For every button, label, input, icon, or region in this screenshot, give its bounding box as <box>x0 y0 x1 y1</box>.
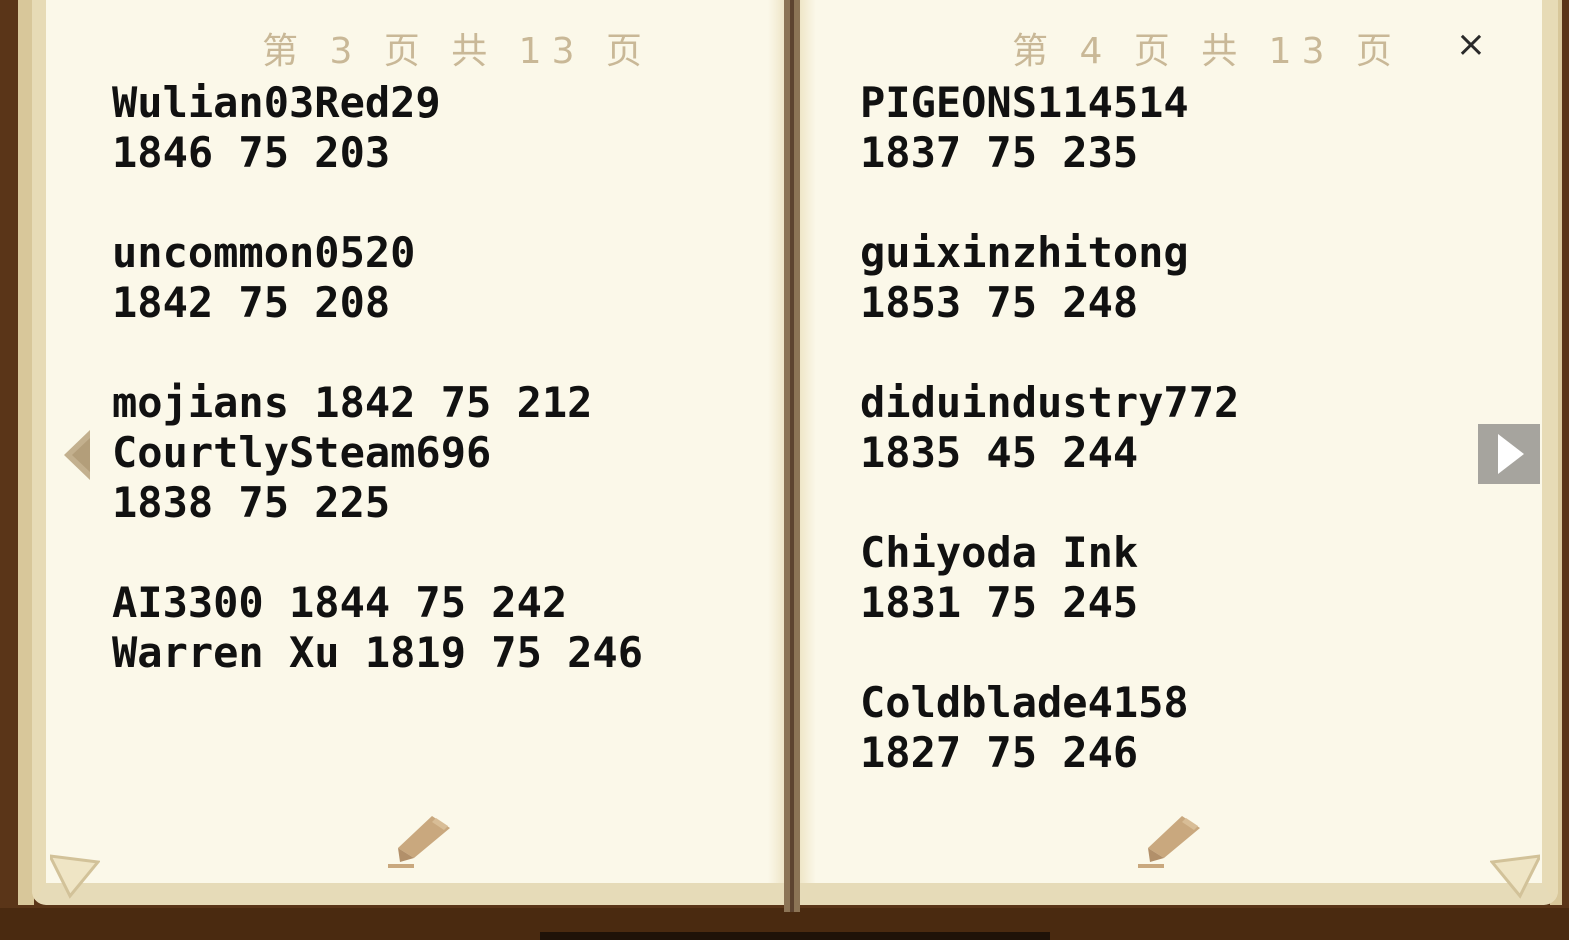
text-line: uncommon0520 <box>112 228 416 277</box>
text-line: Coldblade4158 <box>860 678 1189 727</box>
text-line: 1827 75 246 <box>860 728 1139 777</box>
text-line: Warren Xu 1819 75 246 <box>112 628 644 677</box>
page-fold-icon <box>47 854 101 899</box>
left-page-gutter <box>768 0 784 883</box>
left-page-text: Wulian03Red29 1846 75 203 uncommon0520 1… <box>112 78 762 678</box>
text-line <box>112 328 762 378</box>
triangle-left-icon <box>64 430 90 480</box>
page-corner-left <box>47 850 101 900</box>
next-page-button[interactable] <box>1478 424 1540 484</box>
text-line: 1831 75 245 <box>860 578 1139 627</box>
page-corner-right <box>1489 850 1543 900</box>
text-line: diduindustry772 <box>860 378 1240 427</box>
text-line: Chiyoda Ink <box>860 528 1139 577</box>
text-line: guixinzhitong <box>860 228 1189 277</box>
text-line <box>860 628 1460 678</box>
text-line: PIGEONS114514 <box>860 78 1189 127</box>
text-line <box>112 528 762 578</box>
edit-left-page-button[interactable] <box>384 812 454 872</box>
text-line <box>112 178 762 228</box>
close-button[interactable]: × <box>1452 26 1490 64</box>
edit-right-page-button[interactable] <box>1134 812 1204 872</box>
text-line <box>860 328 1460 378</box>
text-line: 1835 45 244 <box>860 428 1139 477</box>
pencil-icon <box>1138 816 1200 868</box>
text-line: 1842 75 208 <box>112 278 391 327</box>
book-spine-center <box>790 0 794 912</box>
text-line: 1846 75 203 <box>112 128 391 177</box>
text-line <box>860 478 1460 528</box>
text-line: 1837 75 235 <box>860 128 1139 177</box>
book-screen: 第 3 页 共 13 页 第 4 页 共 13 页 Wulian03Red29 … <box>0 0 1569 940</box>
right-page-text: PIGEONS114514 1837 75 235 guixinzhitong … <box>860 78 1460 778</box>
right-page-gutter <box>800 0 816 883</box>
text-line: CourtlySteam696 <box>112 428 492 477</box>
triangle-right-icon <box>1498 434 1524 474</box>
left-page-indicator: 第 3 页 共 13 页 <box>262 31 652 72</box>
right-page-indicator: 第 4 页 共 13 页 <box>1012 31 1402 72</box>
text-line: 1853 75 248 <box>860 278 1139 327</box>
previous-page-button[interactable] <box>62 428 92 482</box>
text-line <box>860 178 1460 228</box>
hotbar-shadow <box>540 932 1050 940</box>
text-line: Wulian03Red29 <box>112 78 441 127</box>
text-line: 1838 75 225 <box>112 478 391 527</box>
text-line: mojians 1842 75 212 <box>112 378 593 427</box>
page-fold-icon <box>1489 854 1543 899</box>
pencil-icon <box>388 816 450 868</box>
text-line: AI3300 1844 75 242 <box>112 578 568 627</box>
